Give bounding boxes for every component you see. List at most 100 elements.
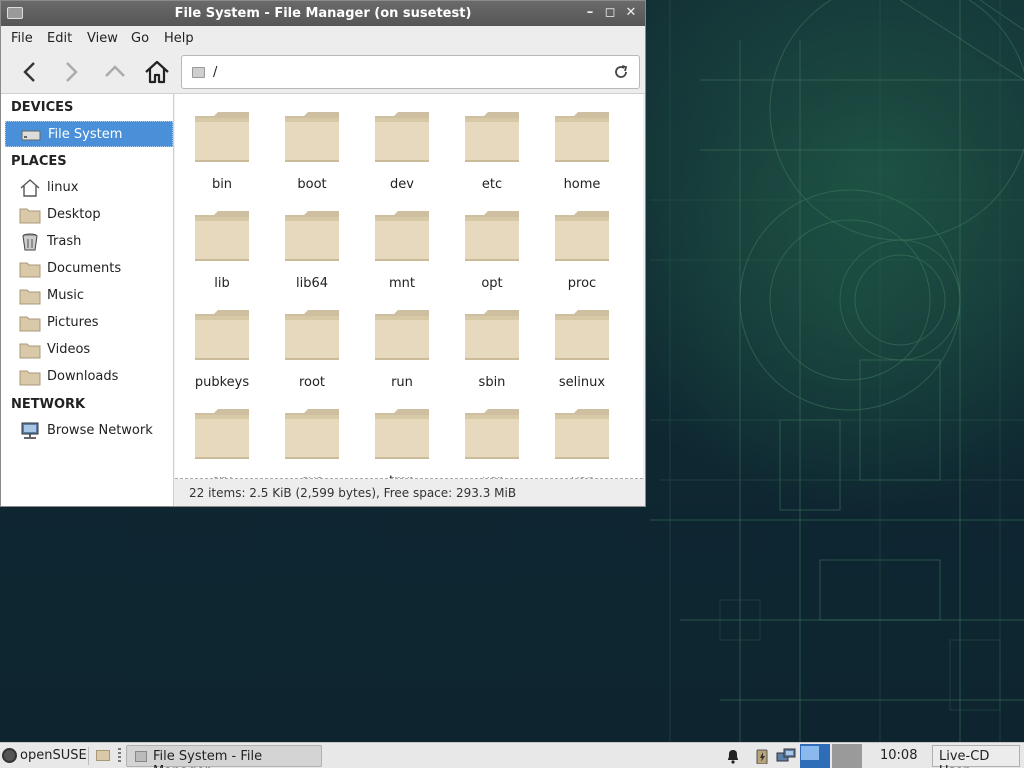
file-manager-launcher-icon[interactable] [96,750,110,761]
folder-item[interactable]: selinux [537,295,627,394]
folder-item[interactable]: mnt [357,196,447,295]
folder-item[interactable]: lib64 [267,196,357,295]
folder-icon [194,108,250,168]
folder-icon [194,306,250,366]
notification-bell-icon[interactable] [725,748,741,768]
forward-icon[interactable] [57,58,85,86]
folder-item[interactable]: bin [177,97,267,196]
sidebar-item-label: Browse Network [47,423,153,438]
sidebar-item-documents[interactable]: Documents [1,256,173,282]
sidebar-item-trash[interactable]: Trash [1,229,173,255]
folder-item[interactable]: run [357,295,447,394]
folder-item[interactable]: sys [267,394,357,478]
pictures-folder-icon [19,314,41,332]
folder-icon [374,306,430,366]
sidebar-item-label: Desktop [47,207,101,222]
folder-icon [374,108,430,168]
taskbar-window-button[interactable]: File System - File Manager [126,745,322,768]
window-title: File System - File Manager (on susetest) [174,6,472,21]
folder-icon [284,207,340,267]
folder-icon [194,405,250,465]
menu-edit[interactable]: Edit [47,31,72,46]
folder-item[interactable]: lib [177,196,267,295]
title-bar[interactable]: File System - File Manager (on susetest)… [1,1,645,26]
reload-icon[interactable] [613,64,629,80]
menu-view[interactable]: View [87,31,118,46]
music-folder-icon [19,287,41,305]
folder-label: opt [481,276,503,291]
folder-item[interactable]: srv [177,394,267,478]
sidebar-item-file-system[interactable]: File System [5,121,173,147]
folder-icon [374,405,430,465]
location-bar[interactable]: / [181,55,640,89]
folder-icon [374,207,430,267]
grip-handle[interactable] [118,748,121,764]
sidebar-item-pictures[interactable]: Pictures [1,310,173,336]
home-icon[interactable] [143,58,171,86]
workspace-2-button[interactable] [832,744,862,768]
network-icon [19,422,41,440]
close-icon[interactable]: ✕ [622,4,640,22]
sidebar-item-label: linux [47,180,79,195]
sidebar-item-label: Music [47,288,84,303]
maximize-icon[interactable]: ◻ [601,4,619,22]
menu-go[interactable]: Go [131,31,149,46]
folder-item[interactable]: boot [267,97,357,196]
sidebar-item-browse-network[interactable]: Browse Network [1,418,173,444]
folder-item[interactable]: root [267,295,357,394]
window-icon [135,751,147,762]
folder-view: bin boot dev etc home lib lib64 mnt opt proc pubke… [175,94,643,479]
folder-icon [464,108,520,168]
status-bar: 22 items: 2.5 KiB (2,599 bytes), Free sp… [175,479,645,506]
folder-item[interactable]: sbin [447,295,537,394]
downloads-folder-icon [19,368,41,386]
sidebar-item-music[interactable]: Music [1,283,173,309]
menu-help[interactable]: Help [164,31,194,46]
folder-item[interactable]: var [537,394,627,478]
minimize-icon[interactable]: – [581,4,599,22]
folder-item[interactable]: tmp [357,394,447,478]
folder-icon [554,108,610,168]
folder-icon [284,306,340,366]
menu-file[interactable]: File [11,31,33,46]
folder-icon [284,108,340,168]
folder-label: boot [297,177,327,192]
workspace-1-button[interactable] [800,744,830,768]
clock[interactable]: 10:08 [880,748,917,763]
folder-item[interactable]: etc [447,97,537,196]
sidebar-item-label: Videos [47,342,91,357]
network-status-icon[interactable] [776,748,798,768]
devices-heading: DEVICES [11,100,74,115]
folder-label: lib64 [295,276,329,291]
sidebar-item-label: Documents [47,261,122,276]
opensuse-logo-icon[interactable] [2,748,17,763]
folder-item[interactable]: pubkeys [177,295,267,394]
folder-label: lib [214,276,230,291]
status-text: 22 items: 2.5 KiB (2,599 bytes), Free sp… [189,486,517,500]
folder-label: pubkeys [194,375,250,390]
start-menu-button[interactable]: openSUSE [20,748,87,763]
folder-item[interactable]: usr [447,394,537,478]
sidebar-item-label: Trash [47,234,82,249]
sidebar-item-videos[interactable]: Videos [1,337,173,363]
folder-icon [554,405,610,465]
folder-item[interactable]: opt [447,196,537,295]
folder-item[interactable]: proc [537,196,627,295]
sidebar-item-desktop[interactable]: Desktop [1,202,173,228]
sidebar-item-downloads[interactable]: Downloads [1,364,173,390]
user-button[interactable]: Live-CD User [932,745,1020,768]
folder-icon [194,207,250,267]
folder-item[interactable]: home [537,97,627,196]
videos-folder-icon [19,341,41,359]
folder-label: root [298,375,326,390]
battery-icon[interactable] [755,748,769,768]
back-icon[interactable] [16,58,44,86]
up-icon[interactable] [101,58,129,86]
home-icon [19,179,41,197]
folder-icon [464,207,520,267]
folder-item[interactable]: dev [357,97,447,196]
network-heading: NETWORK [11,397,86,412]
sidebar-item-linux[interactable]: linux [1,175,173,201]
location-input[interactable]: / [213,65,217,80]
sidebar-item-label: Pictures [47,315,99,330]
